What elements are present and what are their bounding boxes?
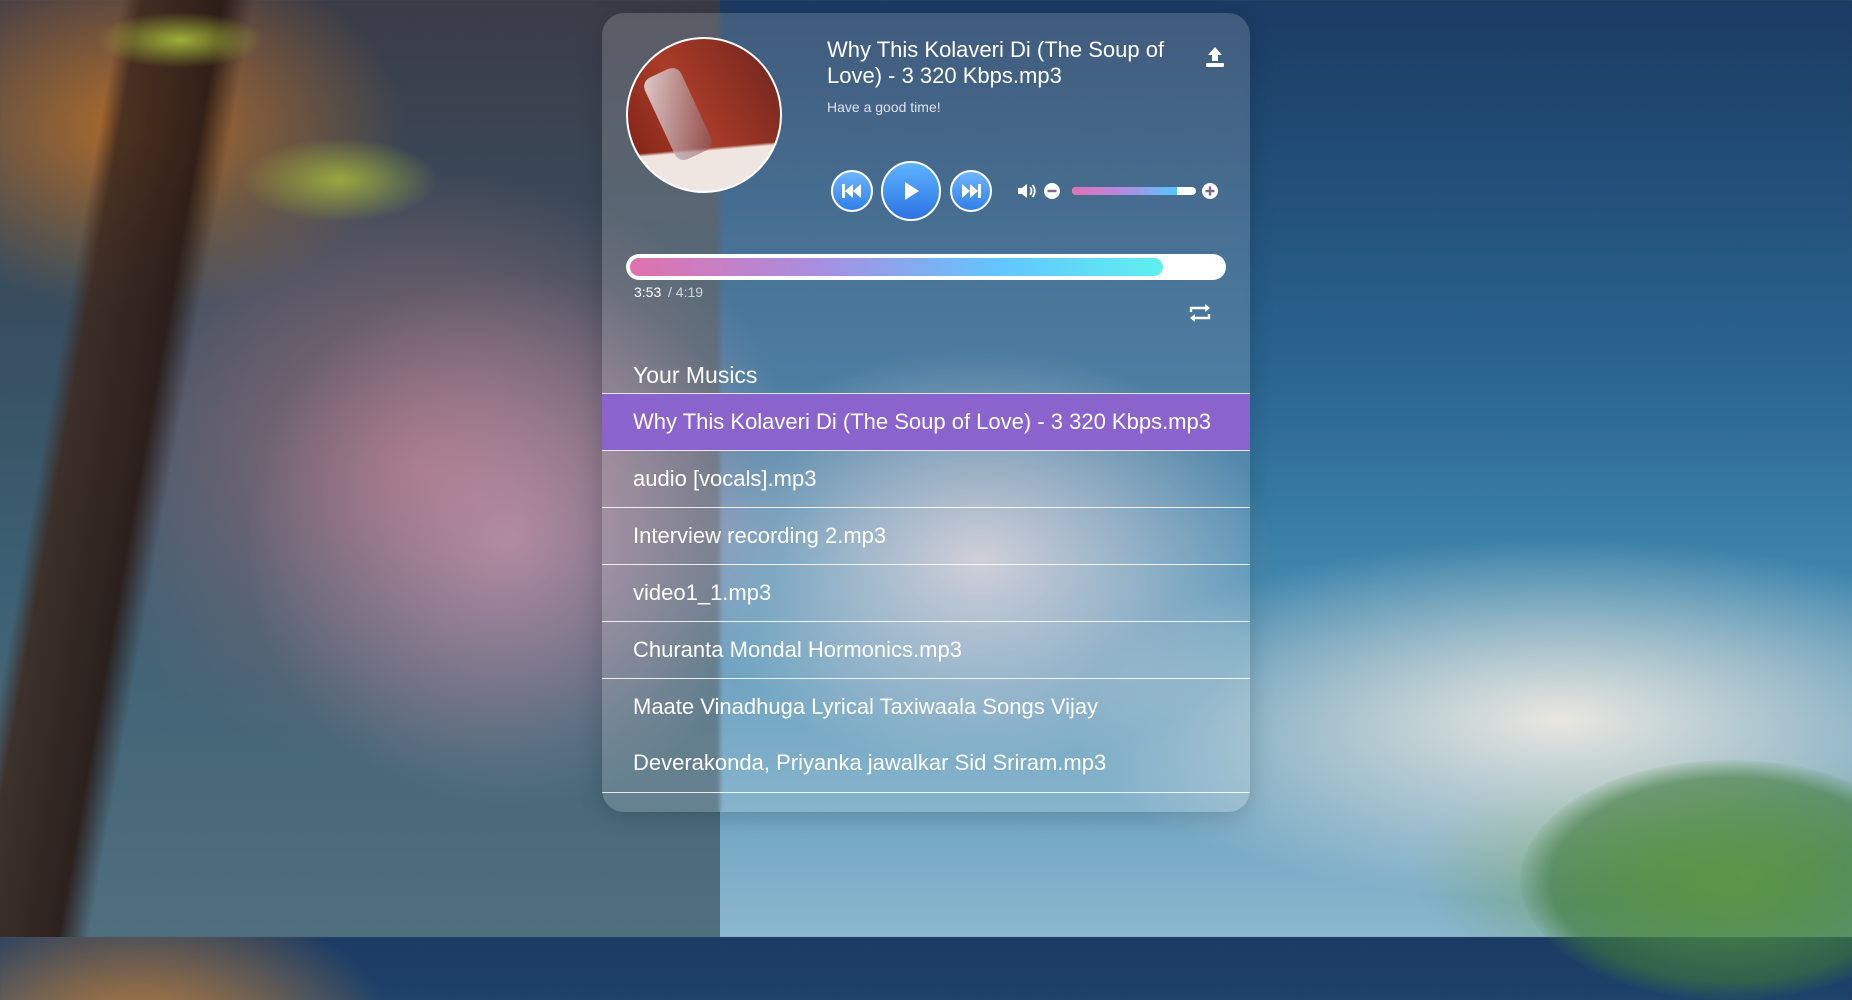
volume-down-button[interactable] — [1043, 182, 1061, 200]
volume-up-button[interactable] — [1201, 182, 1219, 200]
skip-forward-icon — [962, 184, 981, 198]
next-button[interactable] — [950, 170, 992, 212]
playlist-item[interactable]: Maate Vinadhuga Lyrical Taxiwaala Songs … — [602, 679, 1250, 793]
playlist-item[interactable]: audio [vocals].mp3 — [602, 451, 1250, 508]
background-hill — [1520, 760, 1852, 1000]
playlist-item[interactable]: video1_1.mp3 — [602, 565, 1250, 622]
volume-slider[interactable] — [1072, 187, 1196, 195]
repeat-icon — [1189, 304, 1211, 322]
plus-circle-icon — [1202, 183, 1218, 199]
album-art — [626, 37, 782, 193]
song-subtitle: Have a good time! — [827, 99, 941, 115]
playlist-item[interactable]: Why This Kolaveri Di (The Soup of Love) … — [602, 394, 1250, 451]
progress-bar[interactable] — [626, 254, 1226, 280]
playlist-item[interactable]: Interview recording 2.mp3 — [602, 508, 1250, 565]
play-icon — [905, 182, 919, 200]
playlist: Why This Kolaveri Di (The Soup of Love) … — [602, 393, 1250, 793]
progress-bar-fill — [630, 258, 1163, 276]
speaker-icon — [1017, 183, 1037, 199]
volume-slider-fill — [1072, 187, 1178, 195]
play-button[interactable] — [881, 161, 941, 221]
skip-back-icon — [842, 184, 861, 198]
previous-button[interactable] — [831, 170, 873, 212]
song-title: Why This Kolaveri Di (The Soup of Love) … — [827, 37, 1165, 88]
upload-button[interactable] — [1202, 44, 1228, 70]
minus-circle-icon — [1044, 183, 1060, 199]
playlist-heading: Your Musics — [633, 362, 758, 388]
current-time: 3:53 — [634, 284, 662, 300]
total-time: / 4:19 — [668, 284, 704, 300]
upload-icon — [1206, 47, 1224, 67]
playlist-item[interactable]: Churanta Mondal Hormonics.mp3 — [602, 622, 1250, 679]
repeat-button[interactable] — [1186, 299, 1214, 327]
music-player-card: Why This Kolaveri Di (The Soup of Love) … — [602, 13, 1250, 812]
